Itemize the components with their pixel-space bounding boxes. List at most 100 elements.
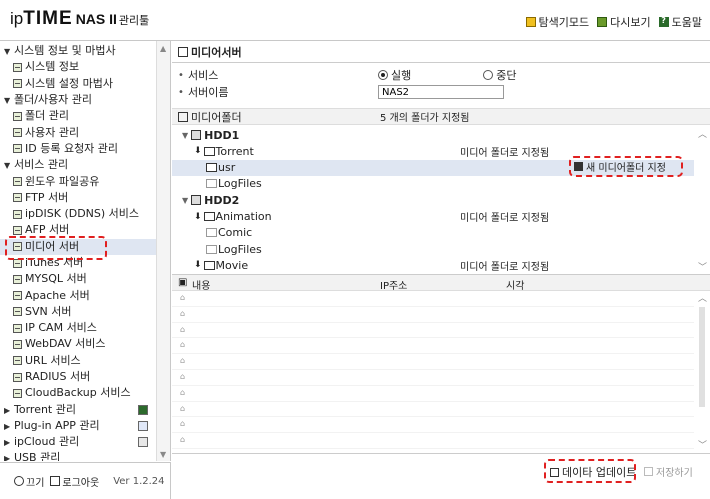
sidebar-group[interactable]: ▼ 시스템 정보 및 마법사 — [0, 43, 156, 59]
page-icon — [13, 144, 22, 154]
collapsed-arrow-icon: ▶ — [4, 421, 11, 431]
sidebar-group[interactable]: ▼ 폴더/사용자 관리 — [0, 92, 156, 108]
media-folder-marker-icon: ⬇ — [194, 260, 202, 271]
log-row: ⌂ — [172, 291, 694, 307]
menu-badge-icon — [138, 404, 148, 415]
log-icon: ▣ — [178, 277, 188, 288]
service-row: • 서비스 실행 중단 — [178, 67, 517, 83]
main-panel: 미디어서버 • 서비스 실행 중단 • 서버이름 미디어폴더 5 개의 폴더가 … — [172, 41, 710, 499]
collapsed-arrow-icon: ▶ — [4, 438, 11, 448]
media-server-icon — [178, 46, 188, 57]
logout-button[interactable]: 로그아웃 — [50, 474, 99, 489]
service-off-radio[interactable]: 중단 — [483, 67, 517, 83]
sidebar-item[interactable]: MYSQL 서버 — [0, 271, 156, 287]
sidebar-group[interactable]: ▶ USB 관리 — [0, 450, 156, 461]
sidebar-item[interactable]: 시스템 정보 — [0, 59, 156, 75]
sidebar-item[interactable]: 시스템 설정 마법사 — [0, 76, 156, 92]
update-icon — [550, 467, 559, 477]
sidebar-item[interactable]: WebDAV 서비스 — [0, 336, 156, 352]
page-icon — [13, 291, 22, 301]
version-label: Ver 1.2.24 — [113, 475, 165, 487]
page-icon — [13, 356, 22, 366]
sidebar-group[interactable]: ▼ 서비스 관리 — [0, 157, 156, 173]
sidebar-group[interactable]: ▶ Torrent 관리 — [0, 402, 156, 418]
media-folder-marker-icon: ⬇ — [194, 146, 202, 157]
expand-arrow-icon[interactable]: ▼ — [182, 196, 188, 205]
tree-folder[interactable]: ⬇ Movie 미디어 폴더로 지정됨 — [172, 257, 694, 273]
page-icon — [13, 177, 22, 187]
page-icon — [13, 339, 22, 349]
data-update-button[interactable]: 데이타 업데이트 — [550, 464, 636, 480]
help-link[interactable]: ? 도움말 — [658, 14, 702, 30]
explorer-mode-link[interactable]: 탐색기모드 — [525, 14, 589, 30]
hard-drive-icon — [191, 130, 202, 140]
sidebar-item[interactable]: IP CAM 서비스 — [0, 320, 156, 336]
sidebar-item[interactable]: 사용자 관리 — [0, 124, 156, 140]
sidebar-item[interactable]: AFP 서버 — [0, 222, 156, 238]
sidebar-item[interactable]: 미디어 서버 — [0, 238, 156, 255]
log-row: ⌂ — [172, 307, 694, 323]
scroll-thumb[interactable] — [699, 307, 705, 407]
radio-on-icon — [378, 70, 388, 80]
tree-folder[interactable]: ⬇ Torrent 미디어 폴더로 지정됨 — [172, 143, 694, 159]
page-icon — [13, 193, 22, 203]
explorer-mode-icon — [525, 17, 536, 27]
expand-arrow-icon[interactable]: ▼ — [182, 131, 188, 140]
scroll-up-icon[interactable]: ︿ — [698, 291, 707, 304]
expanded-arrow-icon: ▼ — [4, 95, 11, 105]
log-scrollbar[interactable]: ︿ ﹀ — [694, 291, 710, 451]
refresh-link[interactable]: 다시보기 — [597, 14, 651, 30]
new-media-folder-button[interactable]: 새 미디어폴더 지정 — [574, 158, 682, 174]
app-header: ipTIME NAS II 관리툴 탐색기모드 다시보기 ? 도움말 — [0, 0, 710, 40]
media-folder-tree: ▼ HDD1 ⬇ Torrent 미디어 폴더로 지정됨 usr LogFiles ▼ HDD2… — [172, 127, 694, 273]
tree-drive[interactable]: ▼ HDD1 — [172, 127, 694, 143]
scroll-down-icon[interactable]: ▼ — [160, 450, 166, 459]
page-icon — [13, 242, 22, 252]
scroll-up-icon[interactable]: ▲ — [160, 44, 166, 53]
sidebar-item[interactable]: iTunes 서버 — [0, 255, 156, 271]
folder-status: 미디어 폴더로 지정됨 — [460, 147, 550, 159]
log-header: ▣ 내용 IP주소 시각 — [172, 274, 710, 292]
server-name-row: • 서버이름 — [178, 84, 504, 100]
sidebar-item[interactable]: 폴더 관리 — [0, 108, 156, 124]
folder-icon — [206, 228, 217, 238]
radio-off-icon — [483, 70, 494, 80]
sidebar-item[interactable]: CloudBackup 서비스 — [0, 385, 156, 401]
tree-folder[interactable]: Comic — [172, 225, 694, 241]
sidebar-group[interactable]: ▶ Plug-in APP 관리 — [0, 418, 156, 434]
tree-folder[interactable]: LogFiles — [172, 241, 694, 257]
save-button[interactable]: 저장하기 — [644, 464, 693, 479]
sidebar-group[interactable]: ▶ ipCloud 관리 — [0, 434, 156, 450]
tree-scrollbar[interactable]: ︿ ﹀ — [694, 127, 710, 273]
scroll-up-icon[interactable]: ︿ — [698, 127, 707, 140]
log-row: ⌂ — [172, 402, 694, 418]
folder-icon — [206, 163, 217, 173]
page-icon — [13, 307, 22, 317]
page-icon — [13, 372, 22, 382]
help-icon: ? — [658, 17, 669, 27]
log-entry-icon: ⌂ — [180, 403, 186, 413]
scroll-down-icon[interactable]: ﹀ — [698, 438, 707, 451]
tree-folder[interactable]: ⬇ Animation 미디어 폴더로 지정됨 — [172, 209, 694, 225]
log-entry-icon: ⌂ — [180, 435, 186, 445]
log-col-ip: IP주소 — [380, 281, 408, 292]
power-off-button[interactable]: 끄기 — [14, 474, 44, 489]
sidebar-item[interactable]: 윈도우 파일공유 — [0, 173, 156, 189]
sidebar-item[interactable]: RADIUS 서버 — [0, 369, 156, 385]
sidebar-item[interactable]: ID 등록 요청자 관리 — [0, 141, 156, 157]
sidebar-scrollbar[interactable]: ▲ ▼ — [156, 41, 170, 461]
page-icon — [13, 388, 22, 398]
sidebar-item[interactable]: FTP 서버 — [0, 190, 156, 206]
scroll-down-icon[interactable]: ﹀ — [698, 260, 707, 273]
server-name-input[interactable] — [378, 85, 504, 99]
sidebar-item[interactable]: SVN 서버 — [0, 304, 156, 320]
service-on-radio[interactable]: 실행 — [378, 67, 411, 83]
power-icon — [14, 476, 24, 486]
tree-drive[interactable]: ▼ HDD2 — [172, 192, 694, 208]
log-col-content: 내용 — [192, 281, 211, 292]
tree-folder[interactable]: LogFiles — [172, 176, 694, 192]
sidebar-item[interactable]: ipDISK (DDNS) 서비스 — [0, 206, 156, 222]
page-icon — [13, 111, 22, 121]
sidebar-item[interactable]: Apache 서버 — [0, 287, 156, 303]
sidebar-item[interactable]: URL 서비스 — [0, 353, 156, 369]
